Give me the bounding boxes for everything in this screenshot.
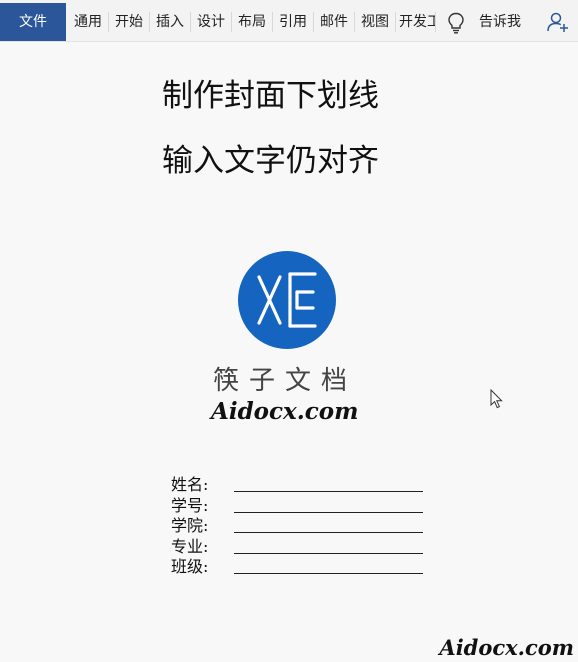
tab-file[interactable]: 文件 xyxy=(0,3,66,41)
cover-info-form: 姓名: 学号: 学院: 专业: 班级: xyxy=(171,475,431,578)
tab-references[interactable]: 引用 xyxy=(274,3,312,41)
tab-design[interactable]: 设计 xyxy=(192,3,230,41)
tab-divider xyxy=(435,12,436,32)
tab-divider xyxy=(395,12,396,32)
lightbulb-icon[interactable] xyxy=(447,12,465,34)
add-person-icon[interactable] xyxy=(546,10,570,34)
xe-circle-logo-icon xyxy=(238,251,336,349)
student-id-underline-field[interactable] xyxy=(234,511,423,513)
field-label-class: 班级: xyxy=(171,557,209,576)
form-row-name: 姓名: xyxy=(171,475,431,496)
form-row-major: 专业: xyxy=(171,537,431,558)
logo-brand-url: Aidocx.com xyxy=(211,398,359,425)
tab-mailings[interactable]: 邮件 xyxy=(315,3,353,41)
field-label-name: 姓名: xyxy=(171,475,209,494)
heading-secondary: 输入文字仍对齐 xyxy=(162,143,379,179)
field-label-major: 专业: xyxy=(171,536,209,556)
tab-divider xyxy=(231,12,232,32)
tab-home[interactable]: 开始 xyxy=(110,3,148,41)
heading-primary: 制作封面下划线 xyxy=(162,78,379,114)
watermark-text: Aidocx.com xyxy=(439,635,574,660)
tab-divider xyxy=(313,12,314,32)
field-label-college: 学院: xyxy=(171,516,209,535)
logo-brand-name: 筷子文档 xyxy=(213,366,358,396)
tab-divider xyxy=(108,12,109,32)
mouse-pointer-icon xyxy=(490,389,503,409)
tab-general[interactable]: 通用 xyxy=(69,3,107,41)
tab-insert[interactable]: 插入 xyxy=(151,3,189,41)
field-label-student-id: 学号: xyxy=(171,495,209,515)
major-underline-field[interactable] xyxy=(234,552,423,554)
name-underline-field[interactable] xyxy=(234,491,423,492)
tell-me-label[interactable]: 告诉我 xyxy=(479,3,521,41)
tab-view[interactable]: 视图 xyxy=(356,3,394,41)
tab-layout[interactable]: 布局 xyxy=(233,3,271,41)
tab-divider xyxy=(272,12,273,32)
class-underline-field[interactable] xyxy=(234,573,423,574)
form-row-college: 学院: xyxy=(171,516,431,537)
college-underline-field[interactable] xyxy=(234,532,423,533)
tab-divider xyxy=(149,12,150,32)
tab-developer[interactable]: 开发工 xyxy=(397,3,435,41)
ribbon-tab-bar: 文件 通用 开始 插入 设计 布局 引用 邮件 视图 开发工 告诉我 xyxy=(0,0,578,42)
tab-divider xyxy=(190,12,191,32)
tab-divider xyxy=(354,12,355,32)
form-row-class: 班级: xyxy=(171,557,431,578)
form-row-student-id: 学号: xyxy=(171,496,431,517)
